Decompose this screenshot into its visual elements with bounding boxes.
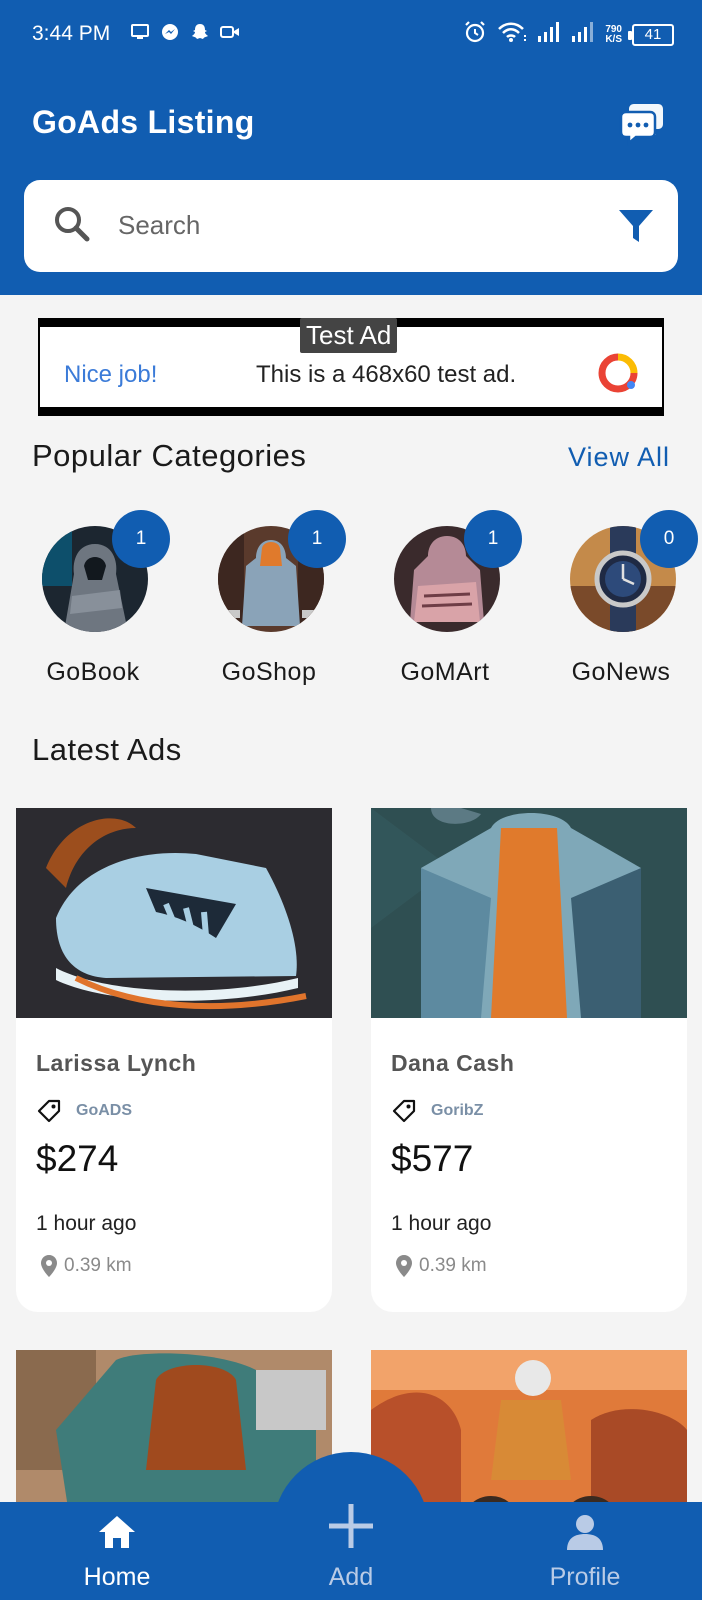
category-item-gobook[interactable]: 1 GoBook [18, 510, 170, 690]
location-pin-icon [41, 1255, 57, 1277]
category-label: GoMArt [400, 658, 490, 686]
chat-bubbles-icon [619, 104, 663, 146]
nav-home[interactable]: Home [47, 1514, 187, 1592]
ad-time: 1 hour ago [391, 1212, 492, 1235]
nav-profile-label: Profile [549, 1563, 621, 1591]
person-icon [567, 1515, 603, 1550]
test-ad-label: Test Ad [300, 318, 398, 353]
category-item-gomart[interactable]: 1 GoMArt [370, 510, 522, 690]
ad-card-image [371, 808, 687, 1018]
signal-icon-2 [571, 21, 595, 48]
ad-card-larissa-lynch[interactable]: Larissa Lynch GoADS $274 1 hour ago 0.39… [16, 808, 332, 1312]
ad-card-image [16, 808, 332, 1018]
ad-title: Dana Cash [391, 1050, 515, 1076]
nav-home-label: Home [83, 1563, 151, 1591]
network-speed-unit: K/S [605, 33, 622, 45]
popular-categories-title: Popular Categories [32, 438, 307, 473]
ad-price: $274 [36, 1138, 119, 1179]
ad-title: Larissa Lynch [36, 1050, 197, 1076]
ad-tag-row: GoADS [36, 1098, 132, 1124]
tag-icon [37, 1099, 61, 1123]
ad-distance: 0.39 km [419, 1255, 487, 1276]
category-count-badge: 1 [464, 510, 522, 568]
tag-icon [392, 1099, 416, 1123]
ad-distance: 0.39 km [64, 1255, 132, 1276]
network-speed: 790 K/S [605, 24, 622, 45]
status-time: 3:44 PM [32, 22, 111, 45]
system-status-icons: 790 K/S 41 [463, 20, 674, 49]
category-count-badge: 0 [640, 510, 698, 568]
ad-tag-label: GoADS [76, 1102, 132, 1119]
app-header: 3:44 PM 790 K/S 41 GoAds Listing Search [0, 0, 702, 295]
ad-distance-row: 0.39 km [38, 1254, 132, 1278]
chat-button[interactable] [618, 100, 666, 148]
wifi-icon [497, 21, 527, 48]
ad-text: This is a 468x60 test ad. [256, 361, 517, 388]
ad-tag-row: GoribZ [391, 1098, 483, 1124]
category-count-badge: 1 [112, 510, 170, 568]
search-icon [55, 207, 90, 242]
home-icon [99, 1516, 135, 1548]
view-all-link[interactable]: View All [568, 442, 670, 473]
app-title: GoAds Listing [32, 104, 255, 140]
location-pin-icon [396, 1255, 412, 1277]
status-bar: 3:44 PM 790 K/S 41 [0, 0, 702, 70]
ad-tag-label: GoribZ [431, 1102, 484, 1119]
admob-logo-icon [598, 353, 638, 393]
search-bar[interactable]: Search [24, 180, 678, 272]
signal-icon [537, 21, 561, 48]
ad-time: 1 hour ago [36, 1212, 137, 1235]
ad-distance-row: 0.39 km [393, 1254, 487, 1278]
notification-icons [130, 22, 240, 42]
messenger-icon [160, 22, 180, 42]
category-label: GoShop [221, 658, 317, 686]
ad-card-dana-cash[interactable]: Dana Cash GoribZ $577 1 hour ago 0.39 km [371, 808, 687, 1312]
search-input[interactable]: Search [118, 210, 200, 241]
plus-icon [329, 1504, 373, 1548]
category-label: GoNews [571, 658, 671, 686]
snapchat-icon [190, 22, 210, 42]
battery-indicator: 41 [628, 23, 674, 46]
category-label: GoBook [46, 658, 140, 686]
nav-profile[interactable]: Profile [515, 1514, 655, 1592]
latest-ads-title: Latest Ads [32, 732, 182, 767]
test-ad-banner[interactable]: Nice job! This is a 468x60 test ad. Test… [38, 318, 664, 416]
ad-nice-text: Nice job! [64, 361, 158, 388]
video-icon [220, 22, 240, 42]
nav-add[interactable]: Add [281, 1500, 421, 1592]
nav-add-label: Add [328, 1563, 374, 1591]
category-count-badge: 1 [288, 510, 346, 568]
alarm-icon [463, 20, 487, 49]
filter-icon[interactable] [618, 208, 654, 244]
category-item-goshop[interactable]: 1 GoShop [194, 510, 346, 690]
category-item-gonews[interactable]: 0 GoNews [546, 510, 698, 690]
ad-price: $577 [391, 1138, 474, 1179]
screen-icon [130, 22, 150, 42]
